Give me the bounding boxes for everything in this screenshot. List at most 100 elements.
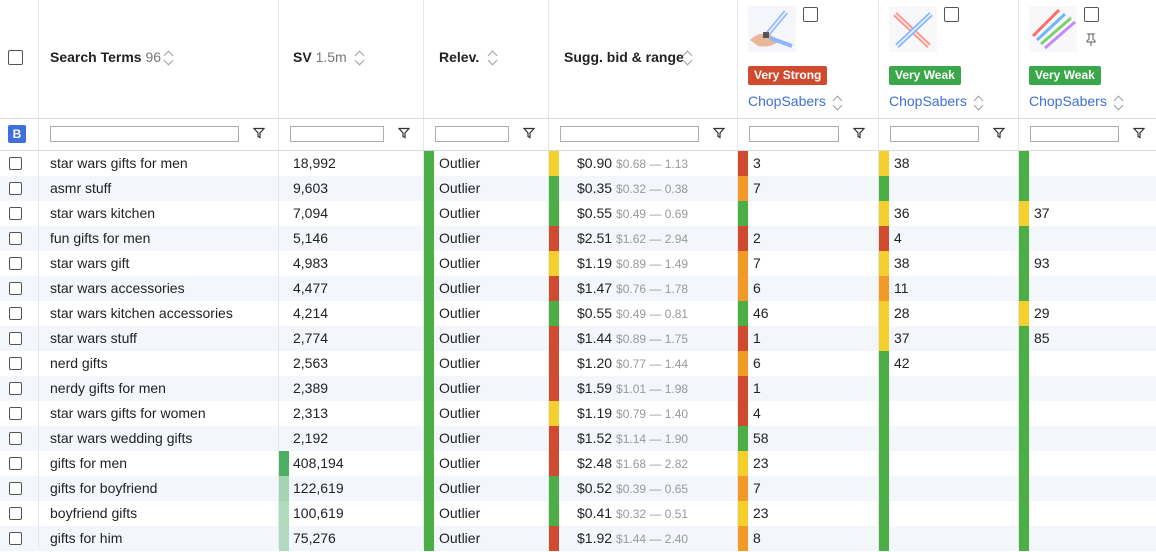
competitor-2-brand[interactable]: ChopSabers	[889, 93, 967, 109]
filter-icon[interactable]	[993, 127, 1005, 139]
sort-sv-icon[interactable]	[356, 50, 364, 64]
filter-icon[interactable]	[398, 127, 410, 139]
search-term-cell[interactable]: star wars kitchen	[50, 201, 155, 226]
competitor-3-brand[interactable]: ChopSabers	[1029, 93, 1107, 109]
bid-bar	[549, 476, 559, 501]
crossed-lightsabers-icon[interactable]	[889, 6, 937, 52]
competitor-2-rank-bar	[879, 251, 889, 276]
bid-filter-input[interactable]	[560, 126, 699, 142]
competitor-1-filter-input[interactable]	[749, 126, 839, 142]
competitor-1-rank-cell: 7	[753, 180, 761, 196]
search-term-cell[interactable]: star wars wedding gifts	[50, 426, 192, 451]
row-checkbox[interactable]	[9, 307, 22, 320]
relev-bar	[424, 351, 434, 376]
relev-cell: Outlier	[439, 480, 481, 496]
bid-bar	[549, 351, 559, 376]
sv-cell: 2,563	[293, 355, 329, 371]
bid-value: $1.92	[577, 530, 613, 546]
search-terms-header[interactable]: Search Terms 96	[50, 49, 161, 65]
relev-header[interactable]: Relev.	[439, 49, 479, 65]
competitor-1-rank-bar	[738, 451, 748, 476]
competitor-2-rank-bar	[879, 276, 889, 301]
sort-relev-icon[interactable]	[489, 50, 497, 64]
row-checkbox[interactable]	[9, 257, 22, 270]
relev-cell: Outlier	[439, 330, 481, 346]
search-terms-filter-input[interactable]	[50, 126, 239, 142]
search-term-cell[interactable]: fun gifts for men	[50, 226, 150, 251]
pin-icon[interactable]	[1085, 33, 1097, 47]
sv-header[interactable]: SV 1.5m	[293, 49, 347, 65]
search-term-cell[interactable]: nerdy gifts for men	[50, 376, 166, 401]
search-term-cell[interactable]: boyfriend gifts	[50, 501, 137, 526]
row-checkbox[interactable]	[9, 332, 22, 345]
filter-icon[interactable]	[523, 127, 535, 139]
competitor-1-rank-cell: 7	[753, 255, 761, 271]
relev-bar	[424, 276, 434, 301]
competitor-3-rank-bar	[1019, 201, 1029, 226]
filter-icon[interactable]	[253, 127, 265, 139]
lightsaber-set-icon[interactable]	[1029, 6, 1077, 52]
row-checkbox[interactable]	[9, 282, 22, 295]
select-all-checkbox[interactable]	[8, 50, 23, 65]
sort-bid-icon[interactable]	[684, 50, 692, 64]
search-term-cell[interactable]: star wars kitchen accessories	[50, 301, 233, 326]
relev-bar	[424, 401, 434, 426]
sort-competitor-2-icon[interactable]	[975, 95, 983, 109]
filter-icon[interactable]	[713, 127, 725, 139]
sort-search-terms-icon[interactable]	[165, 50, 173, 64]
relev-bar	[424, 526, 434, 551]
competitor-1-rank-bar	[738, 276, 748, 301]
filter-icon[interactable]	[1133, 127, 1145, 139]
row-checkbox[interactable]	[9, 507, 22, 520]
relev-cell: Outlier	[439, 205, 481, 221]
search-term-cell[interactable]: star wars gifts for men	[50, 151, 188, 176]
search-term-cell[interactable]: star wars accessories	[50, 276, 185, 301]
competitor-2-filter-input[interactable]	[890, 126, 979, 142]
bid-bar	[549, 226, 559, 251]
competitor-2-checkbox[interactable]	[944, 7, 959, 22]
competitor-2-rank-bar	[879, 226, 889, 251]
row-checkbox[interactable]	[9, 407, 22, 420]
competitor-2-rank-bar	[879, 376, 889, 401]
bid-cell: $0.55 $0.49 — 0.69	[577, 201, 688, 226]
row-checkbox[interactable]	[9, 357, 22, 370]
sv-filter-input[interactable]	[290, 126, 384, 142]
search-term-cell[interactable]: asmr stuff	[50, 176, 111, 201]
row-checkbox[interactable]	[9, 182, 22, 195]
sort-competitor-1-icon[interactable]	[834, 95, 842, 109]
competitor-1-rank-bar	[738, 376, 748, 401]
competitor-3-filter-input[interactable]	[1030, 126, 1119, 142]
row-checkbox[interactable]	[9, 432, 22, 445]
bid-header[interactable]: Sugg. bid & range	[564, 49, 684, 65]
search-term-cell[interactable]: star wars gift	[50, 251, 129, 276]
row-checkbox[interactable]	[9, 232, 22, 245]
sort-competitor-3-icon[interactable]	[1115, 95, 1123, 109]
row-checkbox[interactable]	[9, 382, 22, 395]
competitor-3-rank-bar	[1019, 376, 1029, 401]
competitor-1-checkbox[interactable]	[803, 7, 818, 22]
row-checkbox[interactable]	[9, 207, 22, 220]
filter-mode-badge[interactable]: B	[8, 125, 26, 143]
relev-cell: Outlier	[439, 305, 481, 321]
search-term-cell[interactable]: star wars gifts for women	[50, 401, 206, 426]
search-term-cell[interactable]: star wars stuff	[50, 326, 137, 351]
bid-cell: $0.52 $0.39 — 0.65	[577, 476, 688, 501]
search-term-cell[interactable]: nerd gifts	[50, 351, 108, 376]
relev-bar	[424, 301, 434, 326]
competitor-3-checkbox[interactable]	[1084, 7, 1099, 22]
row-checkbox[interactable]	[9, 157, 22, 170]
lightsaber-hand-icon[interactable]	[748, 6, 796, 52]
row-checkbox[interactable]	[9, 532, 22, 545]
competitor-1-rank-bar	[738, 251, 748, 276]
relev-filter-input[interactable]	[435, 126, 509, 142]
filter-icon[interactable]	[853, 127, 865, 139]
relev-cell: Outlier	[439, 155, 481, 171]
search-term-cell[interactable]: gifts for boyfriend	[50, 476, 157, 501]
row-checkbox[interactable]	[9, 457, 22, 470]
search-term-cell[interactable]: gifts for men	[50, 451, 127, 476]
competitor-1-brand[interactable]: ChopSabers	[748, 93, 826, 109]
row-checkbox[interactable]	[9, 482, 22, 495]
bid-bar	[549, 251, 559, 276]
relev-cell: Outlier	[439, 530, 481, 546]
search-term-cell[interactable]: gifts for him	[50, 526, 122, 551]
